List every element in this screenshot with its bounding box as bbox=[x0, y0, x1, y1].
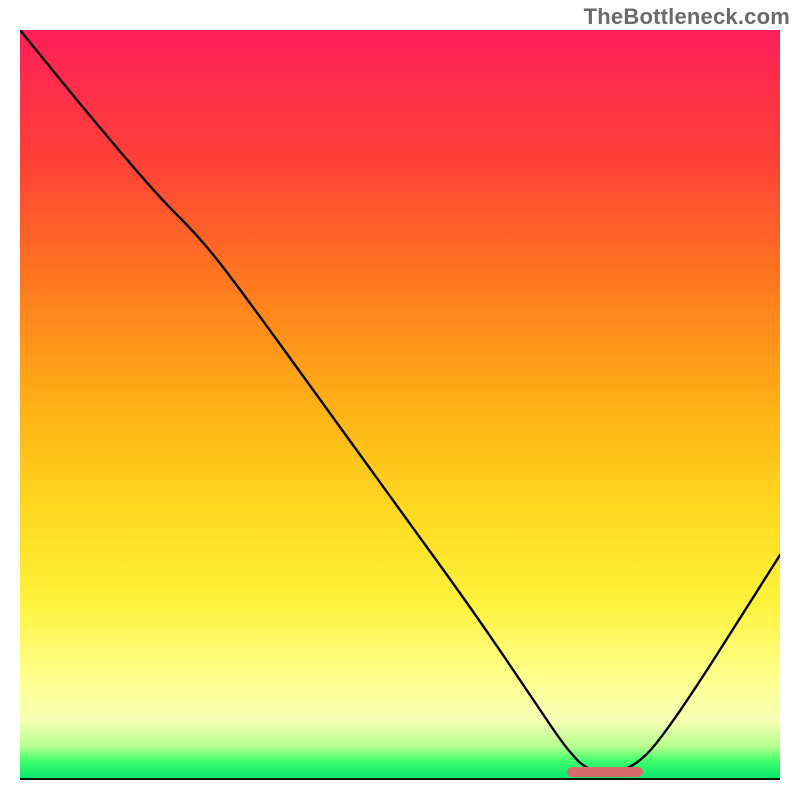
chart-canvas: TheBottleneck.com bbox=[0, 0, 800, 800]
optimal-range-marker bbox=[567, 767, 643, 777]
plot-area bbox=[20, 30, 780, 780]
bottleneck-curve bbox=[20, 30, 780, 773]
watermark-text: TheBottleneck.com bbox=[584, 4, 790, 30]
curve-layer bbox=[20, 30, 780, 780]
baseline bbox=[20, 778, 780, 780]
